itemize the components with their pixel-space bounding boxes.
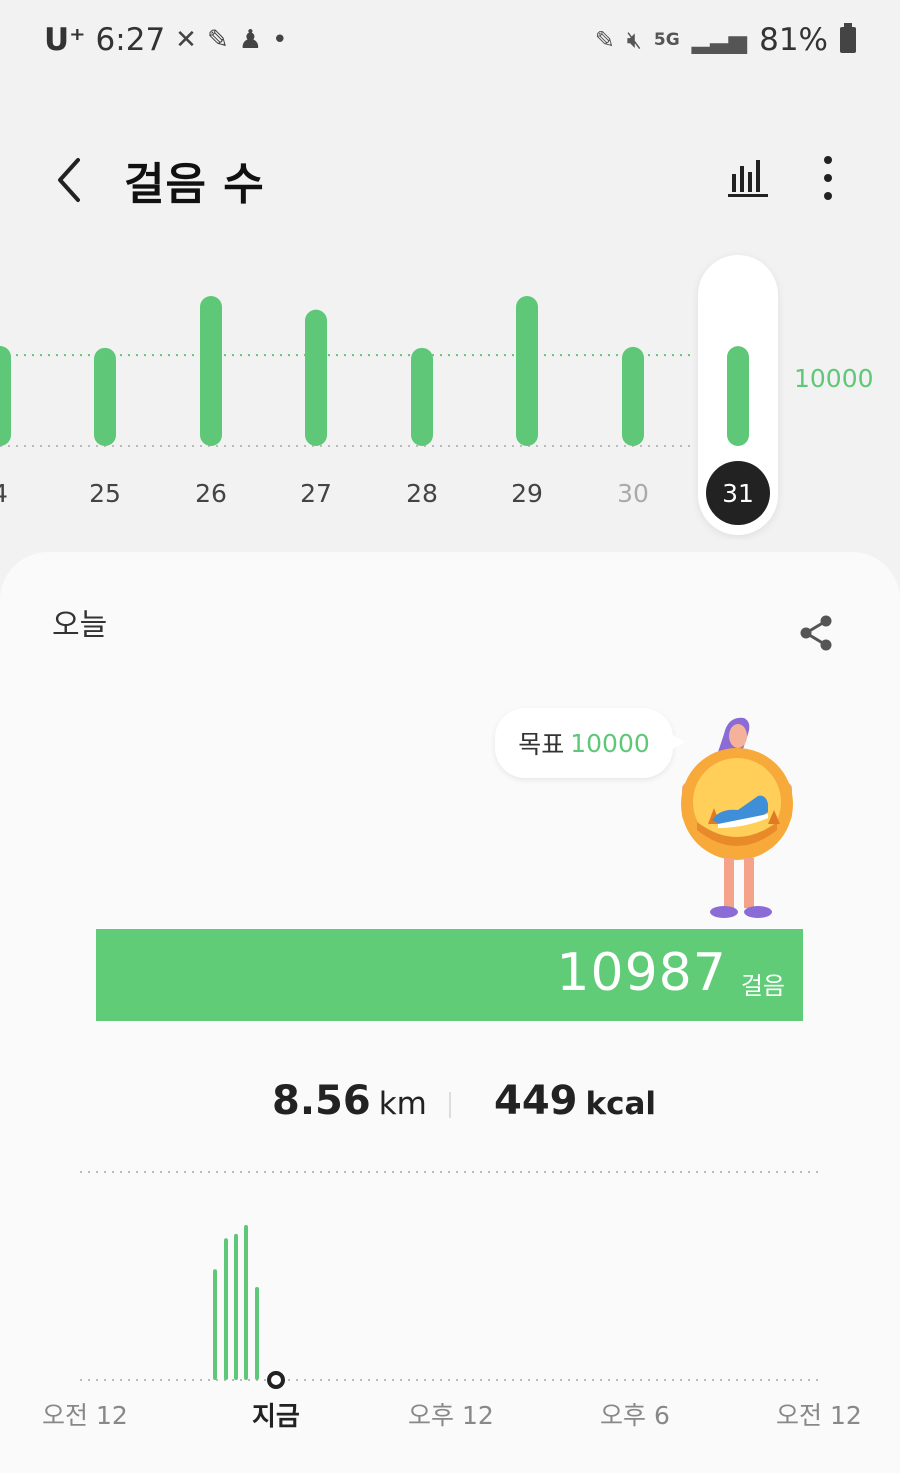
goal-bubble-value: 10000 [570,728,650,758]
weekly-chart-svg: 4 25 26 27 28 29 30 31 [0,255,778,535]
more-notifications-icon: • [272,25,288,55]
weekly-bar-24 [0,346,11,446]
pen-icon: ✎ [594,26,615,54]
bar-chart-icon [728,160,768,197]
time-label-midnight-start: 오전 12 [42,1401,128,1430]
hourly-bar-2 [224,1238,228,1380]
today-label: 오늘 [52,608,108,643]
day-label-29: 29 [511,479,543,508]
weekly-bar-25 [94,347,116,446]
goal-bubble: 목표 10000 [495,708,685,778]
chevron-left-icon [58,158,80,202]
weekly-bar-31 [727,346,749,446]
weekly-bar-26 [200,296,222,446]
stats-divider [449,1092,451,1118]
calories-stat: 449 kcal [494,1078,656,1124]
distance-stat: 8.56 km [272,1078,427,1124]
battery-percent: 81% [759,22,828,58]
carrier-label: U⁺ [44,22,86,58]
today-card: 오늘 목표 10000 10987 걸음 8.56 km 449 kcal 오전… [0,552,900,1473]
calories-unit: kcal [585,1086,657,1122]
steps-count: 10987 [556,943,727,1003]
more-vertical-icon [824,156,832,200]
goal-bubble-prefix: 목표 [518,730,565,759]
notification-icon: ✎ [206,25,229,55]
app-header: 걸음 수 [0,130,900,230]
weekly-steps-chart[interactable]: 4 25 26 27 28 29 30 31 10000 [0,250,900,540]
status-right: ✎ 🔇︎ 5G ▂▃▅ 81% [595,22,856,58]
activity-stats: 8.56 km 449 kcal [0,1076,900,1136]
day-label-30: 30 [617,479,649,508]
daily-steps-progress-bar: 10987 걸음 [96,929,803,1021]
day-label-31: 31 [722,479,754,508]
hourly-bar-4 [244,1225,248,1380]
more-options-button[interactable] [808,150,848,206]
clock: 6:27 [95,22,166,58]
time-label-midnight-end: 오전 12 [776,1401,862,1430]
now-marker [267,1371,285,1389]
weekly-bar-28 [411,347,433,446]
day-label-24: 4 [0,479,8,508]
time-label-6pm: 오후 6 [600,1401,670,1430]
missed-call-icon: ✕ [175,25,197,55]
steps-unit: 걸음 [740,972,785,1000]
distance-value: 8.56 [272,1078,371,1124]
mute-icon: 🔇︎ [626,26,642,54]
page-title: 걸음 수 [124,159,265,210]
hourly-steps-chart[interactable]: 오전 12 지금 오후 12 오후 6 오전 12 [0,1152,900,1473]
status-bar: U⁺ 6:27 ✕ ✎ ♟ • ✎ 🔇︎ 5G ▂▃▅ 81% [0,0,900,86]
distance-unit: km [378,1086,427,1122]
weekly-bar-30 [622,346,644,446]
weekly-bar-29 [516,296,538,446]
back-button[interactable] [50,150,90,210]
time-label-noon: 오후 12 [408,1401,494,1430]
goal-achieved-mascot [681,717,793,918]
network-icon: 5G [653,30,680,50]
hourly-bar-3 [234,1233,238,1380]
hourly-chart-svg [80,1171,820,1389]
share-button[interactable] [796,612,838,654]
notification-icon-2: ♟ [238,25,263,55]
battery-icon [840,23,856,53]
day-label-25: 25 [89,479,121,508]
day-label-26: 26 [195,479,227,508]
signal-icon: ▂▃▅ [691,26,748,54]
trends-button[interactable] [724,152,774,202]
hourly-bar-5 [255,1287,259,1380]
day-label-28: 28 [406,479,438,508]
calories-value: 449 [494,1078,578,1124]
share-icon [800,615,832,651]
weekly-bar-27 [305,309,327,446]
hourly-bar-1 [213,1269,217,1380]
status-left: U⁺ 6:27 ✕ ✎ ♟ • [44,22,287,58]
day-label-27: 27 [300,479,332,508]
time-label-now: 지금 [252,1402,300,1432]
goal-line-label: 10000 [794,364,874,393]
